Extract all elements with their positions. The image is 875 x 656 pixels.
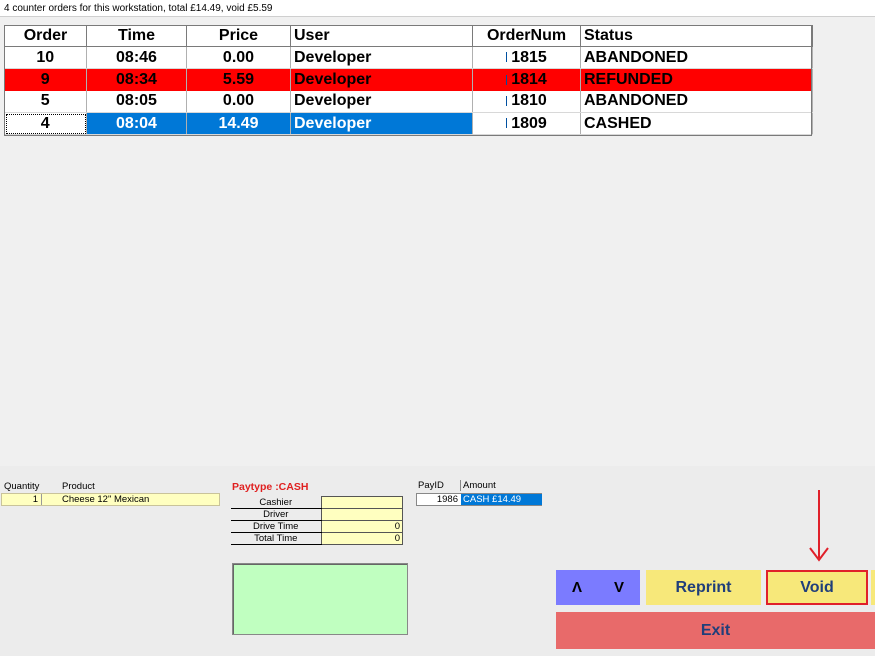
order-ordernum-text: 1814 xyxy=(511,70,547,88)
quantity-header: Quantity xyxy=(4,481,40,492)
scroll-down-button[interactable]: V xyxy=(614,579,624,596)
col-header-price[interactable]: Price xyxy=(186,25,291,47)
order-time-cell: 08:04 xyxy=(86,112,187,135)
col-header-user[interactable]: User xyxy=(290,25,473,47)
order-row[interactable]: 10 08:46 0.00 Developer 1815 ABANDONED xyxy=(4,46,813,69)
product-name: Cheese 12" Mexican xyxy=(62,494,150,505)
order-user-text: Developer xyxy=(294,92,372,110)
scroll-nav-buttons: Λ V xyxy=(556,570,640,605)
order-user-text: Developer xyxy=(294,70,372,88)
payment-list-header: PayID Amount xyxy=(416,480,542,492)
order-user-cell: Developer xyxy=(290,46,473,69)
next-button-edge[interactable] xyxy=(871,570,875,605)
summary-status-bar: 4 counter orders for this workstation, t… xyxy=(0,0,875,17)
paytype-label: Paytype :CASH xyxy=(232,481,309,493)
order-status-cell: ABANDONED xyxy=(580,90,813,113)
summary-text: 4 counter orders for this workstation, t… xyxy=(4,3,273,14)
col-header-order[interactable]: Order xyxy=(4,25,87,47)
orders-header-row: Order Time Price User OrderNum Status xyxy=(4,25,813,47)
col-header-ordernum[interactable]: OrderNum xyxy=(472,25,581,47)
payment-details-table: Cashier Driver Drive Time 0 Total Time 0 xyxy=(231,496,403,545)
order-time-cell: 08:05 xyxy=(86,90,187,113)
order-row-selected[interactable]: 4 08:04 14.49 Developer 1809 CASHED xyxy=(4,112,813,135)
order-number-cell-focused: 4 xyxy=(4,112,87,135)
payid-header: PayID xyxy=(418,480,444,491)
order-number-cell: 5 xyxy=(4,90,87,113)
order-ordernum-cell: 1809 xyxy=(472,112,581,135)
cashier-label: Cashier xyxy=(231,496,321,509)
order-user-text: Developer xyxy=(294,114,372,132)
order-number-cell: 9 xyxy=(4,68,87,91)
order-status-cell: CASHED xyxy=(580,112,813,135)
order-ordernum-cell: 1814 xyxy=(472,68,581,91)
payment-list-item[interactable]: 1986 CASH £14.49 xyxy=(416,493,542,506)
order-detail-panel: Quantity Product 1 Cheese 12" Mexican Pa… xyxy=(0,466,875,656)
order-ordernum-cell: 1810 xyxy=(472,90,581,113)
order-price-cell: 5.59 xyxy=(186,68,291,91)
scroll-up-button[interactable]: Λ xyxy=(572,579,582,596)
product-list-item[interactable]: 1 Cheese 12" Mexican xyxy=(1,493,220,506)
col-header-time[interactable]: Time xyxy=(86,25,187,47)
order-ordernum-text: 1809 xyxy=(511,114,547,132)
order-row[interactable]: 5 08:05 0.00 Developer 1810 ABANDONED xyxy=(4,90,813,113)
col-header-status[interactable]: Status xyxy=(580,25,813,47)
driver-row: Driver xyxy=(231,508,403,521)
order-time-cell: 08:46 xyxy=(86,46,187,69)
exit-button[interactable]: Exit xyxy=(556,612,875,649)
order-ordernum-cell: 1815 xyxy=(472,46,581,69)
cell-edge-marker xyxy=(506,74,509,85)
order-price-cell: 0.00 xyxy=(186,46,291,69)
order-ordernum-text: 1815 xyxy=(511,48,547,66)
driver-field[interactable] xyxy=(320,508,403,521)
cashier-row: Cashier xyxy=(231,496,403,509)
order-user-cell: Developer xyxy=(290,112,473,135)
product-quantity: 1 xyxy=(2,494,42,505)
order-price-cell: 14.49 xyxy=(186,112,291,135)
cashier-field[interactable] xyxy=(320,496,403,509)
orders-table: Order Time Price User OrderNum Status 10… xyxy=(4,25,813,135)
cell-edge-marker xyxy=(506,52,509,63)
arrow-down-icon xyxy=(809,490,829,562)
order-notes-box[interactable] xyxy=(232,563,408,635)
order-status-cell: ABANDONED xyxy=(580,46,813,69)
payment-amount: CASH £14.49 xyxy=(461,494,542,505)
total-time-label: Total Time xyxy=(231,532,321,545)
order-user-text: Developer xyxy=(294,48,372,66)
product-header: Product xyxy=(62,481,95,492)
total-time-row: Total Time 0 xyxy=(231,532,403,545)
driver-label: Driver xyxy=(231,508,321,521)
drive-time-row: Drive Time 0 xyxy=(231,520,403,533)
drive-time-field[interactable]: 0 xyxy=(320,520,403,533)
order-user-cell: Developer xyxy=(290,90,473,113)
order-user-cell: Developer xyxy=(290,68,473,91)
cell-edge-marker xyxy=(506,118,509,129)
drive-time-label: Drive Time xyxy=(231,520,321,533)
order-row[interactable]: 9 08:34 5.59 Developer 1814 REFUNDED xyxy=(4,68,813,91)
void-button[interactable]: Void xyxy=(766,570,868,605)
amount-header: Amount xyxy=(460,480,496,491)
order-time-cell: 08:34 xyxy=(86,68,187,91)
order-ordernum-text: 1810 xyxy=(511,92,547,110)
payid-value: 1986 xyxy=(436,494,458,505)
reprint-button[interactable]: Reprint xyxy=(646,570,761,605)
product-list-header: Quantity Product xyxy=(4,481,220,493)
order-number-cell: 10 xyxy=(4,46,87,69)
total-time-field[interactable]: 0 xyxy=(320,532,403,545)
order-price-cell: 0.00 xyxy=(186,90,291,113)
order-status-cell: REFUNDED xyxy=(580,68,813,91)
cell-edge-marker xyxy=(506,96,509,107)
